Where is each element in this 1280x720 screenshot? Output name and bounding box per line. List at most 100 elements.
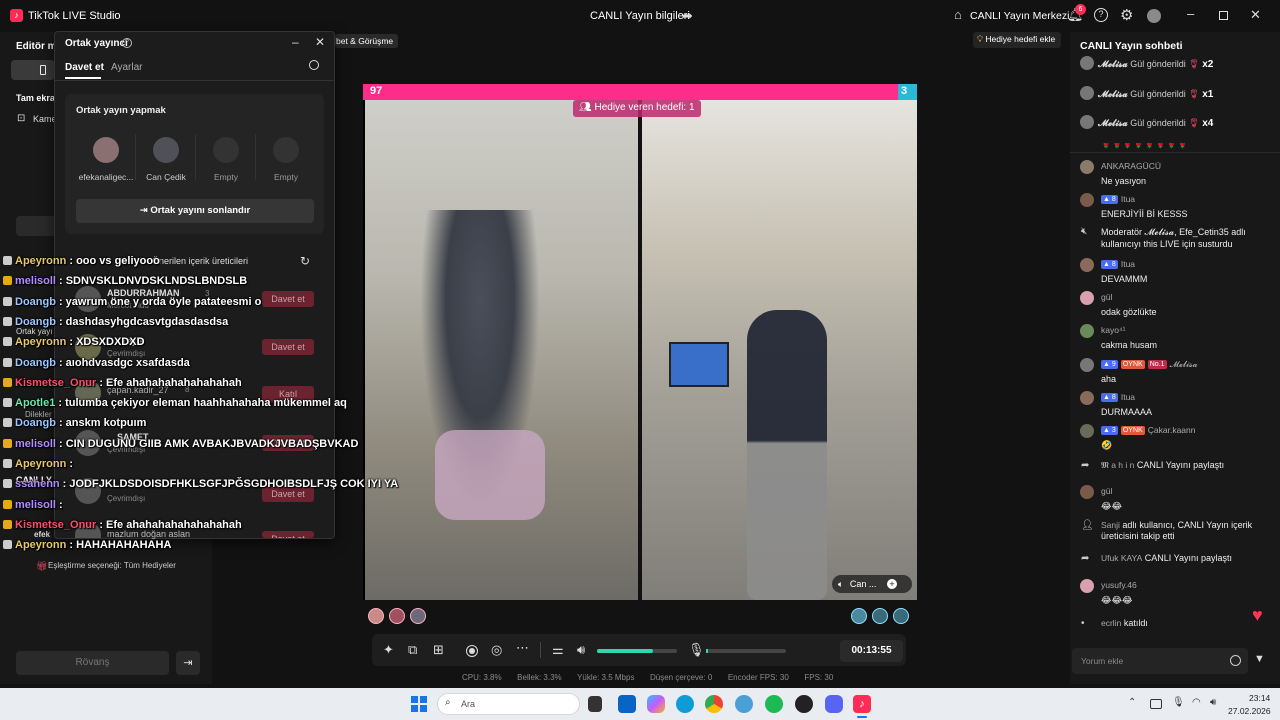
follow-icon: 👤︎ bbox=[1081, 520, 1094, 531]
gift-sender: 𝓜𝓮𝓵𝓲𝓼𝓪 bbox=[1098, 88, 1128, 99]
volume-slider-fill bbox=[597, 649, 653, 653]
chat-badge-icon bbox=[3, 357, 12, 367]
overlay-chat-text: : tulumba çekiyor eleman haahhahahaha mü… bbox=[58, 397, 347, 410]
chat-username: ANKARAGÜCÜ bbox=[1101, 161, 1161, 171]
cohost-slot[interactable]: Empty bbox=[196, 137, 256, 182]
avatar bbox=[1080, 358, 1094, 372]
gifter-goal-badge[interactable]: 👥︎ Hediye veren hedefi: 1 bbox=[573, 100, 701, 117]
taskbar-search[interactable]: ⌕ Ara bbox=[437, 693, 580, 715]
volume-icon[interactable]: 🔊︎ bbox=[577, 642, 585, 658]
add-source-icon[interactable]: ⊞ bbox=[433, 642, 444, 658]
opponent-gifter-avatar[interactable] bbox=[872, 608, 888, 624]
avatar bbox=[1080, 324, 1094, 338]
help-icon[interactable]: ? bbox=[1094, 8, 1108, 22]
copilot-icon[interactable] bbox=[647, 695, 665, 713]
cohost-shortcut-label[interactable]: Ortak yayı bbox=[16, 327, 52, 336]
layout-icon[interactable]: ⧉ bbox=[408, 642, 417, 658]
wifi-icon[interactable]: ◠ bbox=[1192, 697, 1201, 708]
file-explorer-icon[interactable] bbox=[588, 696, 602, 712]
sliders-icon[interactable]: ⚌ bbox=[552, 642, 564, 658]
clock-time[interactable]: 23:14 bbox=[1249, 693, 1270, 703]
discord-icon[interactable] bbox=[825, 695, 843, 713]
edge-icon[interactable] bbox=[676, 695, 694, 713]
suggested-title: Önerilen içerik üreticileri bbox=[152, 256, 249, 266]
windows-start-icon[interactable] bbox=[411, 696, 427, 712]
overlay-chat-line: Apotle1: tulumba çekiyor eleman haahhaha… bbox=[3, 397, 347, 409]
windows-taskbar bbox=[0, 688, 1280, 720]
microphone-icon[interactable]: 🎙︎ bbox=[688, 642, 705, 658]
comment-input[interactable]: Yorum ekle bbox=[1072, 648, 1248, 674]
invite-button[interactable]: Davet et bbox=[262, 531, 314, 538]
gift-text: Gül gönderildi bbox=[1130, 118, 1186, 128]
outlook-icon[interactable] bbox=[618, 695, 636, 713]
end-cohost-button[interactable]: ⇥ Ortak yayını sonlandır bbox=[76, 199, 314, 223]
maximize-icon[interactable] bbox=[1219, 11, 1228, 20]
top-gifter-avatar[interactable] bbox=[410, 608, 426, 624]
overlay-chat-line: melisoll: bbox=[3, 499, 63, 511]
settings-gear-icon[interactable]: ⚙ bbox=[1120, 6, 1133, 24]
minimize-icon[interactable]: – bbox=[1187, 6, 1194, 21]
popup-close-icon[interactable]: ✕ bbox=[315, 35, 325, 49]
live-info-title[interactable]: CANLI Yayın bilgileri bbox=[590, 10, 690, 22]
target-icon[interactable]: ◎ bbox=[491, 642, 502, 658]
lightbulb-icon: 💡︎ bbox=[977, 34, 983, 44]
cohost-person-shape bbox=[747, 310, 827, 600]
tray-app-icon[interactable] bbox=[1150, 699, 1162, 709]
gift-count: x1 bbox=[1202, 88, 1214, 100]
chat-title: CANLI Yayın sohbeti bbox=[1080, 40, 1183, 52]
chat-badge-icon bbox=[3, 316, 12, 326]
network-app-icon[interactable] bbox=[735, 695, 753, 713]
cohost-audio-pill[interactable]: 🔈︎ Can ... + bbox=[832, 575, 912, 593]
camera-label[interactable]: Kame bbox=[33, 114, 57, 124]
exit-battle-button[interactable]: ⇥ bbox=[176, 651, 200, 675]
overlay-chat-line: Apeyronn: HAHAHAHAHAHA bbox=[3, 539, 171, 551]
close-window-icon[interactable]: ✕ bbox=[1250, 7, 1261, 23]
opponent-gifter-avatar[interactable] bbox=[851, 608, 867, 624]
more-icon[interactable]: ⋯ bbox=[516, 640, 529, 656]
popup-minimize-icon[interactable]: – bbox=[292, 35, 299, 49]
cohost-slot[interactable]: efekanaligec... bbox=[76, 137, 136, 182]
host-shorts-shape bbox=[435, 430, 545, 520]
chrome-icon[interactable] bbox=[705, 695, 723, 713]
portrait-toggle[interactable] bbox=[11, 60, 55, 80]
tray-chevron-icon[interactable]: ⌃ bbox=[1128, 697, 1136, 708]
chat-text: aha bbox=[1101, 374, 1117, 384]
filter-icon[interactable]: ▼ bbox=[1254, 653, 1265, 665]
host-score-fill bbox=[363, 84, 898, 100]
chat-badge-icon bbox=[3, 276, 12, 286]
cohost-audio-label: Can ... bbox=[849, 579, 877, 589]
performance-status: CPU: 3.8% Bellek: 3.3% Yükle: 3.5 Mbps D… bbox=[462, 673, 834, 682]
match-option-text[interactable]: Eşleştirme seçeneği: Tüm Hediyeler bbox=[48, 561, 176, 570]
top-gifter-avatar[interactable] bbox=[389, 608, 405, 624]
opponent-gifter-avatar[interactable] bbox=[893, 608, 909, 624]
invite-button[interactable]: Davet et bbox=[262, 339, 314, 355]
invite-button[interactable]: Davet et bbox=[262, 291, 314, 307]
gift-goal-button[interactable]: 💡︎ Hediye hedefi ekle bbox=[973, 32, 1062, 48]
clock-date[interactable]: 27.02.2026 bbox=[1228, 706, 1271, 716]
chat-call-tab[interactable]: bet & Görüşme bbox=[335, 34, 399, 48]
tab-invite[interactable]: Davet et bbox=[65, 62, 104, 73]
record-icon[interactable] bbox=[466, 645, 478, 657]
add-icon[interactable]: + bbox=[886, 579, 897, 589]
top-gifter-avatar[interactable] bbox=[368, 608, 384, 624]
rematch-button[interactable]: Rövanş bbox=[16, 651, 169, 675]
cohost-slot[interactable]: Empty bbox=[256, 137, 316, 182]
refresh-icon[interactable]: ↻ bbox=[300, 254, 310, 268]
search-icon[interactable] bbox=[309, 60, 319, 70]
volume-tray-icon[interactable]: 🔊︎ bbox=[1210, 697, 1216, 708]
taskbar-app-icon[interactable] bbox=[795, 695, 813, 713]
share-icon[interactable]: ➦ bbox=[682, 8, 693, 24]
tiktok-studio-icon[interactable]: ♪ bbox=[853, 695, 871, 713]
volume-slider[interactable] bbox=[597, 649, 677, 653]
home-icon[interactable]: ⌂ bbox=[954, 7, 962, 22]
cohost-slot[interactable]: Can Çedik bbox=[136, 137, 196, 182]
tab-settings[interactable]: Ayarlar bbox=[111, 62, 143, 73]
live-center-link[interactable]: CANLI Yayın Merkezi bbox=[970, 10, 1069, 22]
profile-avatar[interactable] bbox=[1147, 9, 1161, 23]
magic-wand-icon[interactable]: ✦ bbox=[383, 642, 394, 658]
info-icon[interactable]: ? bbox=[122, 38, 132, 48]
level-badge: ▲ 9 bbox=[1101, 360, 1118, 369]
tray-mic-icon[interactable]: 🎙︎ bbox=[1172, 697, 1185, 708]
spotify-icon[interactable] bbox=[765, 695, 783, 713]
emoji-icon[interactable] bbox=[1230, 655, 1241, 666]
